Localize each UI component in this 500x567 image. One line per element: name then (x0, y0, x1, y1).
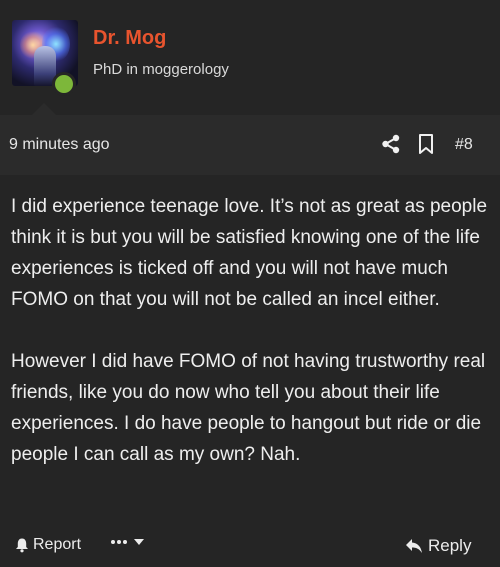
chevron-down-icon (134, 539, 144, 545)
meta-bar-caret (32, 103, 56, 115)
post-body: I did experience teenage love. It’s not … (11, 191, 491, 501)
report-label: Report (33, 536, 82, 553)
post-paragraph: I did experience teenage love. It’s not … (11, 196, 488, 310)
reply-label: Reply (428, 536, 472, 555)
post-number[interactable]: #8 (455, 136, 473, 154)
ellipsis-icon (111, 540, 127, 544)
more-options-button[interactable] (110, 538, 145, 546)
online-status-dot (52, 72, 76, 96)
post-header: Dr. Mog PhD in moggerology (0, 0, 500, 115)
report-button[interactable]: Report (14, 536, 81, 554)
bookmark-icon[interactable] (418, 133, 434, 155)
post-timestamp[interactable]: 9 minutes ago (9, 136, 110, 154)
reply-button[interactable]: Reply (405, 536, 471, 556)
post-meta-bar: 9 minutes ago #8 (0, 103, 500, 175)
reply-icon (406, 539, 422, 553)
post-paragraph: However I did have FOMO of not having tr… (11, 351, 486, 465)
share-icon[interactable] (381, 134, 401, 154)
post-actions: Report Reply (0, 528, 500, 564)
author-title: PhD in moggerology (93, 61, 229, 78)
author-name[interactable]: Dr. Mog (93, 27, 166, 50)
bell-icon (16, 538, 28, 553)
